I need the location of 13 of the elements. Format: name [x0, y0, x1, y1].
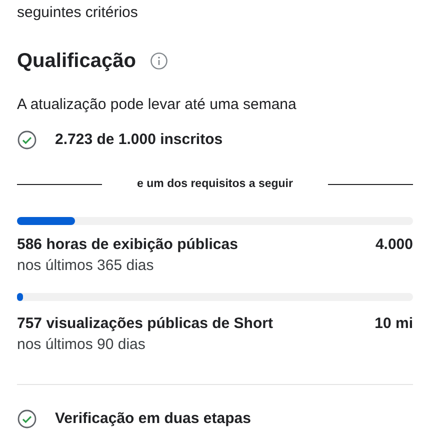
- metric-period: nos últimos 90 dias: [17, 335, 146, 355]
- metric-label: 757 visualizações públicas de Short: [17, 314, 273, 334]
- update-note: A atualização pode levar até uma semana: [17, 95, 298, 115]
- separator-text: e um dos requisitos a seguir: [136, 177, 294, 192]
- requirement-label: Verificação em duas etapas: [55, 409, 251, 429]
- requirement-label: 2.723 de 1.000 inscritos: [55, 130, 223, 150]
- section-title: Qualificação: [17, 49, 136, 74]
- info-icon[interactable]: [150, 52, 168, 70]
- intro-text: seguintes critérios: [17, 3, 139, 23]
- metric-target: 4.000: [375, 235, 413, 255]
- metric-label: 586 horas de exibição públicas: [17, 235, 238, 255]
- metric-period: nos últimos 365 dias: [17, 256, 155, 276]
- metric-target: 10 mi: [374, 314, 413, 334]
